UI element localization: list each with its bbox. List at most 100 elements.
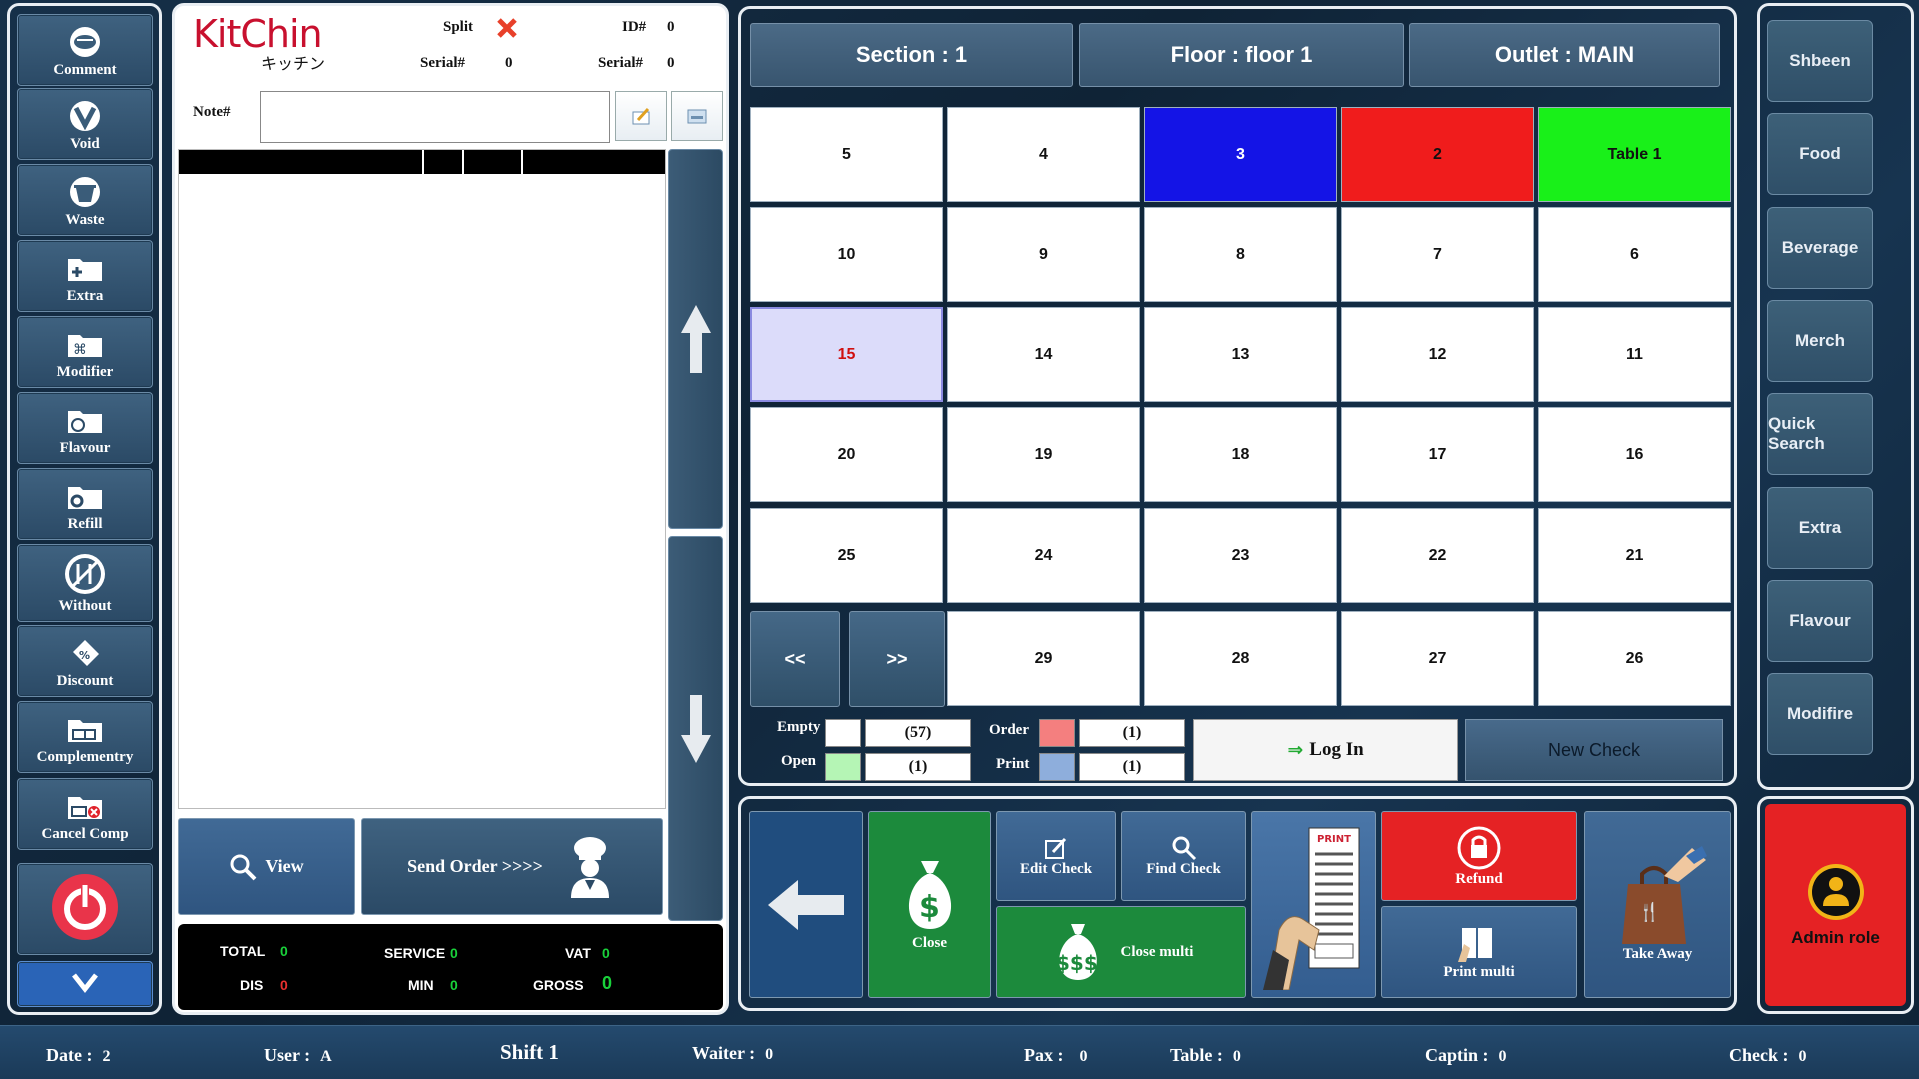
back-button[interactable] — [749, 811, 863, 998]
new-check-button[interactable]: New Check — [1465, 719, 1723, 781]
order-items-list[interactable] — [178, 149, 666, 809]
extra-label: Extra — [66, 288, 104, 304]
outlet-header[interactable]: Outlet : MAIN — [1409, 23, 1720, 87]
table-tile[interactable]: Table 1 — [1538, 107, 1731, 202]
vat-label: VAT — [565, 945, 591, 961]
table-tile[interactable]: 10 — [750, 207, 943, 302]
view-button[interactable]: View — [178, 818, 355, 915]
category-modifire-button[interactable]: Modifire — [1767, 673, 1873, 756]
split-close-icon[interactable] — [495, 16, 519, 45]
cancel-comp-button[interactable]: Cancel Comp — [17, 778, 153, 850]
table-tile[interactable]: 29 — [947, 611, 1140, 706]
void-button[interactable]: Void — [17, 88, 153, 160]
category-food-button[interactable]: Food — [1767, 113, 1873, 196]
table-tile[interactable]: 4 — [947, 107, 1140, 202]
note-keyboard-button[interactable] — [671, 91, 723, 141]
category-flavour-button[interactable]: Flavour — [1767, 579, 1873, 662]
print-multi-button[interactable]: Print multi — [1381, 906, 1577, 998]
kitchin-logo: KitChin キッチン — [193, 12, 343, 73]
table-tile[interactable]: 18 — [1144, 407, 1337, 502]
svg-text:%: % — [79, 649, 90, 662]
power-button[interactable] — [17, 863, 153, 955]
table-tile[interactable]: 14 — [947, 307, 1140, 402]
discount-button[interactable]: % Discount — [17, 625, 153, 697]
table-tile[interactable]: 24 — [947, 508, 1140, 603]
left-toolbar: Comment Void Waste Extra ⌘ Modifier Flav… — [7, 3, 162, 1015]
complementry-button[interactable]: Complementry — [17, 701, 153, 773]
table-tile[interactable]: 8 — [1144, 207, 1337, 302]
without-label: Without — [58, 598, 112, 614]
void-label: Void — [70, 136, 100, 152]
table-tile[interactable]: 12 — [1341, 307, 1534, 402]
order-panel: KitChin キッチン Split ID# 0 Serial# 0 Seria… — [172, 3, 729, 1015]
modifier-button[interactable]: ⌘ Modifier — [17, 316, 153, 388]
table-tile[interactable]: 28 — [1144, 611, 1337, 706]
table-tile[interactable]: 16 — [1538, 407, 1731, 502]
note-edit-button[interactable] — [615, 91, 667, 141]
section-header[interactable]: Section : 1 — [750, 23, 1073, 87]
category-shbeen-button[interactable]: Shbeen — [1767, 20, 1873, 102]
admin-role-label: Admin role — [1791, 928, 1880, 947]
user-value: A — [320, 1048, 332, 1065]
serial2-value: 0 — [667, 55, 675, 71]
comment-button[interactable]: Comment — [17, 14, 153, 86]
table-tile[interactable]: 21 — [1538, 508, 1731, 603]
close-button[interactable]: $ Close — [868, 811, 991, 998]
refund-label: Refund — [1455, 870, 1503, 887]
note-field[interactable] — [260, 91, 610, 143]
money-bag-icon: $ — [908, 861, 951, 929]
table-tile[interactable]: 11 — [1538, 307, 1731, 402]
flavour-button[interactable]: Flavour — [17, 392, 153, 464]
refill-button[interactable]: Refill — [17, 468, 153, 540]
admin-panel: Admin role — [1757, 796, 1914, 1014]
table-tile[interactable]: 5 — [750, 107, 943, 202]
legend-empty-label: Empty — [777, 719, 821, 735]
refund-button[interactable]: Refund — [1381, 811, 1577, 901]
serial2-label: Serial# — [598, 55, 643, 71]
send-order-button[interactable]: Send Order >>>> — [361, 818, 663, 915]
without-button[interactable]: Without — [17, 544, 153, 622]
table-tile[interactable]: 15 — [750, 307, 943, 402]
table-tile[interactable]: 3 — [1144, 107, 1337, 202]
scroll-up-button[interactable] — [668, 149, 723, 529]
prev-page-button[interactable]: << — [750, 611, 840, 707]
user-label: User : A — [264, 1045, 332, 1066]
table-tile[interactable]: 9 — [947, 207, 1140, 302]
min-label: MIN — [408, 977, 434, 993]
captin-label-text: Captin : — [1425, 1045, 1489, 1065]
table-tile[interactable]: 7 — [1341, 207, 1534, 302]
category-extra-button[interactable]: Extra — [1767, 486, 1873, 569]
table-tile[interactable]: 27 — [1341, 611, 1534, 706]
scroll-down-list-button[interactable] — [668, 536, 723, 921]
take-away-button[interactable]: 🍴 Take Away — [1584, 811, 1731, 998]
table-tile[interactable]: 2 — [1341, 107, 1534, 202]
waiter-value: 0 — [765, 1046, 774, 1063]
table-tile[interactable]: 25 — [750, 508, 943, 603]
take-away-bag-icon: 🍴 — [1621, 846, 1707, 944]
category-beverage-button[interactable]: Beverage — [1767, 206, 1873, 289]
table-tile[interactable]: 22 — [1341, 508, 1534, 603]
scroll-down-button[interactable] — [17, 961, 153, 1007]
login-button[interactable]: ⇒ Log In — [1193, 719, 1458, 781]
waste-button[interactable]: Waste — [17, 164, 153, 236]
modifier-label: Modifier — [56, 364, 114, 380]
extra-button[interactable]: Extra — [17, 240, 153, 312]
table-tile[interactable]: 23 — [1144, 508, 1337, 603]
id-value: 0 — [667, 19, 675, 35]
category-quick-search-button[interactable]: Quick Search — [1767, 393, 1873, 476]
category-merch-button[interactable]: Merch — [1767, 299, 1873, 382]
next-page-button[interactable]: >> — [849, 611, 945, 707]
table-tile[interactable]: 26 — [1538, 611, 1731, 706]
table-tile[interactable]: 6 — [1538, 207, 1731, 302]
table-tile[interactable]: 19 — [947, 407, 1140, 502]
table-tile[interactable]: 13 — [1144, 307, 1337, 402]
date-label: Date : 2 — [46, 1045, 110, 1066]
table-tile[interactable]: 17 — [1341, 407, 1534, 502]
print-button[interactable]: PRINT — [1251, 811, 1376, 998]
table-tile[interactable]: 20 — [750, 407, 943, 502]
floor-header[interactable]: Floor : floor 1 — [1079, 23, 1404, 87]
close-multi-button[interactable]: $$$ Close multi — [996, 906, 1246, 998]
admin-role-button[interactable]: Admin role — [1765, 804, 1906, 1006]
find-check-button[interactable]: Find Check — [1121, 811, 1246, 901]
edit-check-button[interactable]: Edit Check — [996, 811, 1116, 901]
